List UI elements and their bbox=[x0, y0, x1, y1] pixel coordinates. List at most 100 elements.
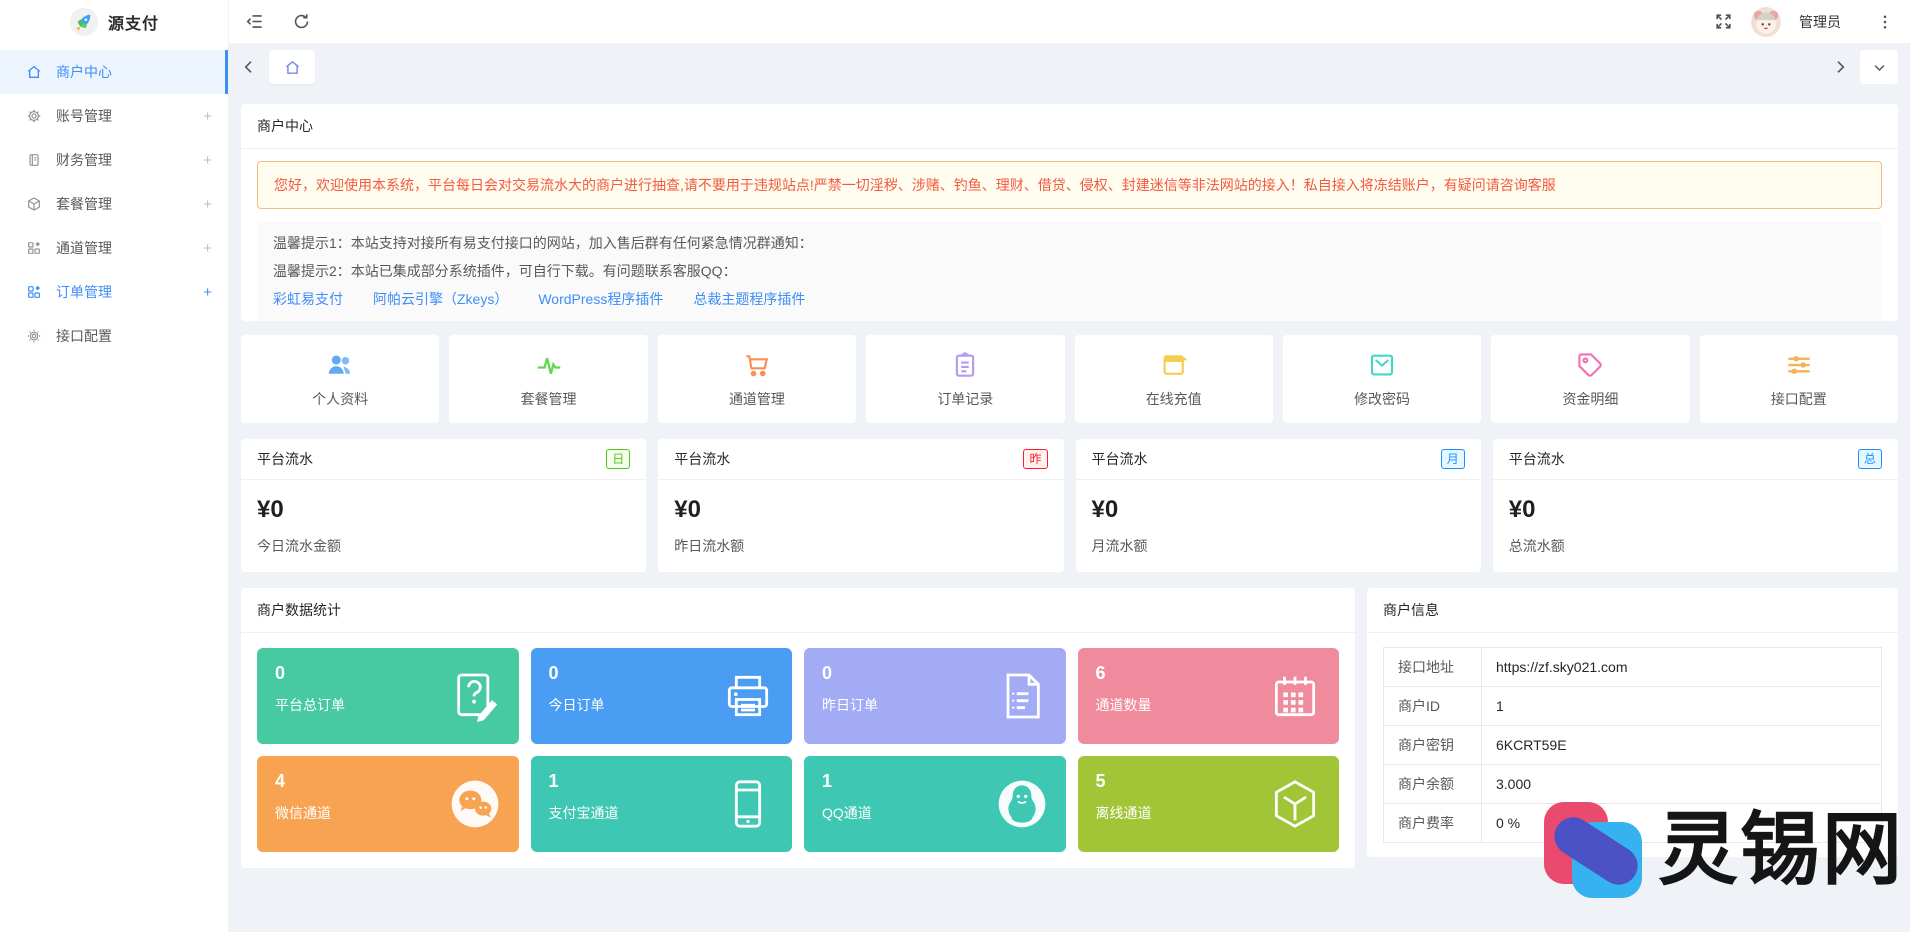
tip-links: 彩虹易支付 阿帕云引擎（Zkeys） WordPress程序插件 总裁主题程序插… bbox=[273, 285, 1866, 313]
tips-panel: 温馨提示1：本站支持对接所有易支付接口的网站，加入售后群有任何紧急情况群通知： … bbox=[257, 221, 1882, 321]
tile-qq-channels[interactable]: 1 QQ通道 bbox=[804, 756, 1066, 852]
calendar-icon bbox=[1267, 668, 1323, 724]
cube-icon bbox=[1267, 776, 1323, 832]
link-rainbow-epay[interactable]: 彩虹易支付 bbox=[273, 285, 343, 313]
table-row: 商户费率 0 % bbox=[1384, 804, 1882, 843]
link-zongcai-theme-plugin[interactable]: 总裁主题程序插件 bbox=[693, 285, 805, 313]
row-value: 6KCRT59E bbox=[1482, 726, 1882, 765]
sidebar-item-label: 套餐管理 bbox=[56, 194, 112, 214]
content: 商户中心 您好，欢迎使用本系统，平台每日会对交易流水大的商户进行抽查,请不要用于… bbox=[229, 90, 1910, 932]
sidebar-item-label: 接口配置 bbox=[56, 326, 112, 346]
gear-icon bbox=[26, 108, 42, 124]
tile-offline-channels[interactable]: 5 离线通道 bbox=[1078, 756, 1340, 852]
cart-icon bbox=[742, 350, 772, 380]
package-cube-icon bbox=[26, 196, 42, 212]
sidebar-item-label: 商户中心 bbox=[56, 62, 112, 82]
link-apayun-zkeys[interactable]: 阿帕云引擎（Zkeys） bbox=[373, 285, 508, 313]
kebab-menu-icon[interactable] bbox=[1876, 13, 1894, 31]
shortcut-label: 在线充值 bbox=[1146, 389, 1202, 409]
link-wordpress-plugin[interactable]: WordPress程序插件 bbox=[538, 285, 663, 313]
doc-lines-icon bbox=[994, 668, 1050, 724]
merchant-stats-card: 商户数据统计 0 平台总订单 0 今日订单 bbox=[241, 588, 1355, 868]
shortcut-package-management[interactable]: 套餐管理 bbox=[449, 335, 647, 423]
flow-card-title: 平台流水 bbox=[1509, 449, 1565, 469]
sidebar-item-order-management[interactable]: 订单管理 + bbox=[0, 270, 228, 314]
menu-fold-icon[interactable] bbox=[245, 12, 264, 31]
badge-total: 总 bbox=[1858, 449, 1882, 469]
flow-card-total: 平台流水 总 ¥0 总流水额 bbox=[1493, 439, 1898, 572]
ledger-icon bbox=[26, 152, 42, 168]
users-icon bbox=[325, 350, 355, 380]
shortcuts-row: 个人资料 套餐管理 通道管理 bbox=[241, 335, 1898, 423]
flow-card-monthly: 平台流水 月 ¥0 月流水额 bbox=[1076, 439, 1481, 572]
sidebar-item-merchant-center[interactable]: 商户中心 bbox=[0, 50, 228, 94]
flow-card-daily: 平台流水 日 ¥0 今日流水金额 bbox=[241, 439, 646, 572]
sidebar-item-channel-management[interactable]: 通道管理 + bbox=[0, 226, 228, 270]
tile-wechat-channels[interactable]: 4 微信通道 bbox=[257, 756, 519, 852]
row-value: 0 % bbox=[1482, 804, 1882, 843]
printer-icon bbox=[720, 668, 776, 724]
shortcut-order-records[interactable]: 订单记录 bbox=[866, 335, 1064, 423]
row-value: 1 bbox=[1482, 687, 1882, 726]
tile-total-orders[interactable]: 0 平台总订单 bbox=[257, 648, 519, 744]
tile-channel-count[interactable]: 6 通道数量 bbox=[1078, 648, 1340, 744]
sidebar-item-package-management[interactable]: 套餐管理 + bbox=[0, 182, 228, 226]
page-title: 商户中心 bbox=[241, 104, 1898, 149]
table-row: 接口地址 https://zf.sky021.com bbox=[1384, 648, 1882, 687]
merchant-info-table: 接口地址 https://zf.sky021.com 商户ID 1 商户密钥 6… bbox=[1383, 647, 1882, 843]
shortcut-personal-profile[interactable]: 个人资料 bbox=[241, 335, 439, 423]
flow-caption: 今日流水金额 bbox=[241, 524, 646, 572]
sliders-icon bbox=[1784, 350, 1814, 380]
clipboard-icon bbox=[950, 350, 980, 380]
flow-card-header: 平台流水 昨 bbox=[658, 439, 1063, 480]
tab-options-dropdown[interactable] bbox=[1860, 50, 1898, 84]
flow-card-title: 平台流水 bbox=[674, 449, 730, 469]
flow-card-header: 平台流水 日 bbox=[241, 439, 646, 480]
warning-notice: 您好，欢迎使用本系统，平台每日会对交易流水大的商户进行抽查,请不要用于违规站点!… bbox=[257, 161, 1882, 209]
cog-icon bbox=[26, 328, 42, 344]
badge-yesterday: 昨 bbox=[1023, 449, 1047, 469]
flow-card-title: 平台流水 bbox=[257, 449, 313, 469]
expand-plus: + bbox=[203, 240, 212, 257]
stats-tiles: 0 平台总订单 0 今日订单 bbox=[241, 633, 1355, 868]
shortcut-change-password[interactable]: 修改密码 bbox=[1283, 335, 1481, 423]
shortcut-online-recharge[interactable]: 在线充值 bbox=[1075, 335, 1273, 423]
avatar[interactable] bbox=[1751, 7, 1781, 37]
sidebar: 源支付 商户中心 账号管理 + 财务管理 bbox=[0, 0, 229, 932]
flow-amount: ¥0 bbox=[1493, 480, 1898, 524]
sidebar-item-account-management[interactable]: 账号管理 + bbox=[0, 94, 228, 138]
topbar: 管理员 bbox=[229, 0, 1910, 44]
flow-caption: 昨日流水额 bbox=[658, 524, 1063, 572]
flow-amount: ¥0 bbox=[1076, 480, 1481, 524]
refresh-icon[interactable] bbox=[292, 12, 311, 31]
fullscreen-icon[interactable] bbox=[1714, 12, 1733, 31]
chevron-left-icon[interactable] bbox=[241, 59, 257, 75]
tile-alipay-channels[interactable]: 1 支付宝通道 bbox=[531, 756, 793, 852]
shortcut-channel-management[interactable]: 通道管理 bbox=[658, 335, 856, 423]
tile-yesterday-orders[interactable]: 0 昨日订单 bbox=[804, 648, 1066, 744]
sidebar-item-finance-management[interactable]: 财务管理 + bbox=[0, 138, 228, 182]
shortcut-api-config[interactable]: 接口配置 bbox=[1700, 335, 1898, 423]
sidebar-menu: 商户中心 账号管理 + 财务管理 + 套餐管 bbox=[0, 44, 228, 358]
wechat-icon bbox=[447, 776, 503, 832]
sidebar-item-label: 财务管理 bbox=[56, 150, 112, 170]
table-row: 商户密钥 6KCRT59E bbox=[1384, 726, 1882, 765]
rocket-logo-icon bbox=[69, 7, 99, 37]
user-menu[interactable]: 管理员 bbox=[1799, 12, 1858, 32]
brand-header: 源支付 bbox=[0, 0, 228, 44]
chevron-right-icon[interactable] bbox=[1832, 59, 1848, 75]
home-icon bbox=[284, 59, 301, 76]
expand-plus: + bbox=[203, 284, 212, 301]
flow-amount: ¥0 bbox=[658, 480, 1063, 524]
shortcut-fund-details[interactable]: 资金明细 bbox=[1491, 335, 1689, 423]
tab-home[interactable] bbox=[269, 50, 315, 84]
shortcut-label: 通道管理 bbox=[729, 389, 785, 409]
sidebar-item-api-config[interactable]: 接口配置 bbox=[0, 314, 228, 358]
tag-icon bbox=[1575, 350, 1605, 380]
pulse-icon bbox=[534, 350, 564, 380]
chevron-down-icon bbox=[1872, 60, 1887, 75]
sidebar-item-label: 订单管理 bbox=[56, 282, 112, 302]
row-label: 商户余额 bbox=[1384, 765, 1482, 804]
tile-today-orders[interactable]: 0 今日订单 bbox=[531, 648, 793, 744]
table-row: 商户余额 3.000 bbox=[1384, 765, 1882, 804]
